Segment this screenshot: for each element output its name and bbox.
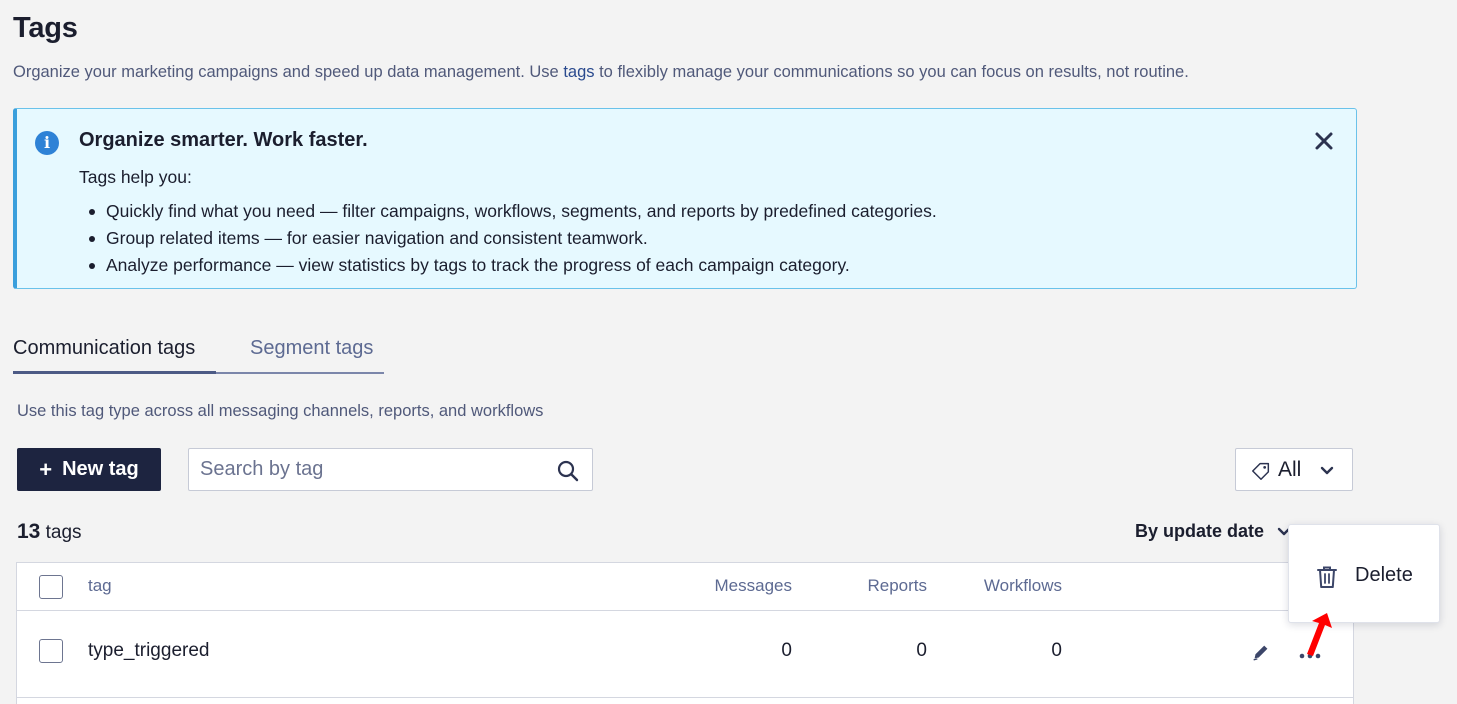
delete-menu-item[interactable]: Delete [1289,545,1439,605]
messages-count: 0 [781,640,792,661]
tag-filter-dropdown[interactable]: All [1235,448,1353,491]
delete-label: Delete [1355,564,1413,586]
tag-count-number: 13 [17,520,41,543]
tags-help-link[interactable]: tags [563,63,594,81]
pencil-icon[interactable] [1250,641,1272,663]
tab-description: Use this tag type across all messaging c… [17,402,544,420]
tab-bar: Communication tags Segment tags [13,333,384,374]
close-icon [1315,132,1333,150]
new-tag-button[interactable]: + New tag [17,448,161,491]
select-all-checkbox[interactable] [39,575,63,599]
info-icon: i [35,131,59,155]
search-box [188,448,593,491]
close-banner-button[interactable] [1312,129,1336,153]
chevron-down-icon [1320,466,1334,475]
workflows-count: 0 [1051,640,1062,661]
column-header-workflows[interactable]: Workflows [984,576,1062,596]
reports-count: 0 [916,640,927,661]
table-header: tag Messages Reports Workflows [17,563,1353,611]
sort-dropdown[interactable]: By update date [1135,521,1264,542]
info-banner: i Organize smarter. Work faster. Tags he… [13,108,1357,289]
column-header-tag[interactable]: tag [88,576,112,596]
banner-list-item: Analyze performance — view statistics by… [79,253,937,280]
banner-title: Organize smarter. Work faster. [79,129,368,151]
page-title: Tags [13,12,78,44]
banner-list-item: Quickly find what you need — filter camp… [79,199,937,226]
new-tag-label: New tag [62,458,139,480]
pointer-arrow-annotation [1307,613,1332,656]
tag-count: 13 tags [17,520,82,544]
row-actions-menu: Delete [1288,524,1440,623]
banner-list: Quickly find what you need — filter camp… [79,199,937,280]
page-subtitle: Organize your marketing campaigns and sp… [13,63,1189,82]
subtitle-text-end: to flexibly manage your communications s… [594,63,1189,81]
tab-segment-tags[interactable]: Segment tags [250,333,373,374]
filter-label: All [1278,458,1302,481]
column-header-messages[interactable]: Messages [715,576,792,596]
tag-count-suffix: tags [45,522,82,543]
column-header-reports[interactable]: Reports [867,576,927,596]
tab-communication-tags[interactable]: Communication tags [13,333,216,374]
tag-name: type_triggered [88,640,210,661]
trash-icon [1317,566,1337,588]
row-checkbox[interactable] [39,639,63,663]
tag-icon [1252,462,1270,480]
subtitle-text: Organize your marketing campaigns and sp… [13,63,564,81]
tags-table: tag Messages Reports Workflows type_trig… [16,562,1354,704]
banner-intro: Tags help you: [79,167,192,187]
search-icon[interactable] [556,459,580,483]
banner-list-item: Group related items — for easier navigat… [79,226,937,253]
search-input[interactable] [200,449,540,490]
plus-icon: + [39,456,53,482]
table-row: type_triggered 0 0 0 [17,611,1353,698]
